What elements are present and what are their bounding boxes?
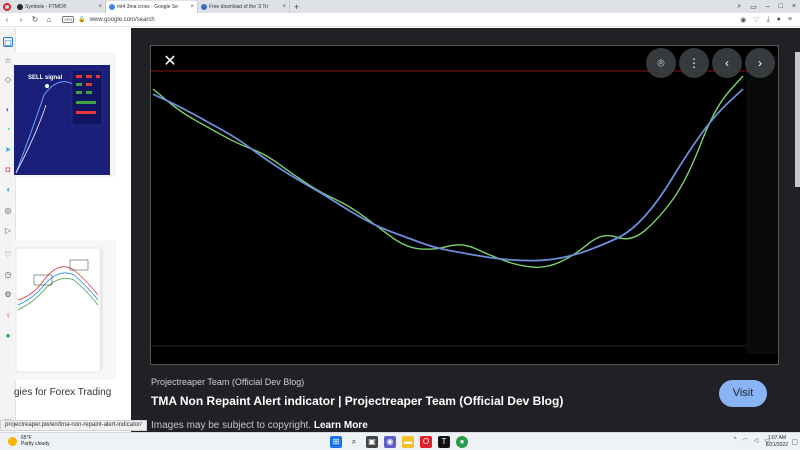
start-icon[interactable]: ⊞ xyxy=(330,436,342,448)
chat-icon[interactable]: ◉ xyxy=(384,436,396,448)
notification-icon[interactable]: ▢ xyxy=(791,438,798,446)
settings-icon[interactable]: ⚙ xyxy=(3,290,13,300)
player-icon[interactable]: ◎ xyxy=(3,206,13,216)
task-view-icon[interactable]: ▣ xyxy=(366,436,378,448)
visit-button[interactable]: Visit xyxy=(719,380,767,407)
tab-close-icon[interactable]: × xyxy=(282,4,286,10)
sell-signal-label: SELL signal xyxy=(28,75,63,81)
telegram-icon[interactable]: ➤ xyxy=(3,145,13,155)
tab-close-icon[interactable]: × xyxy=(98,4,102,10)
extension-icon[interactable]: ● xyxy=(3,331,13,341)
close-preview-icon[interactable]: ✕ xyxy=(158,50,182,74)
weather-condition: Partly cloudy xyxy=(21,441,50,447)
new-tab-button[interactable]: + xyxy=(294,2,299,12)
home-icon[interactable]: ⌂ xyxy=(42,15,56,24)
app-icon[interactable]: ● xyxy=(456,436,468,448)
minimize-icon[interactable]: – xyxy=(766,3,770,10)
tradingview-icon[interactable]: T xyxy=(438,436,450,448)
taskbar-apps: ⊞ ⌕ ▣ ◉ ▬ O T ● xyxy=(330,436,468,448)
lock-icon[interactable]: 🔒 xyxy=(78,16,85,23)
result-caption[interactable]: gies for Forex Trading xyxy=(14,387,111,398)
play-icon[interactable]: ▷ xyxy=(3,226,13,236)
wifi-icon[interactable]: ◠ xyxy=(742,437,747,444)
maximize-icon[interactable]: □ xyxy=(779,3,783,10)
forward-icon[interactable]: › xyxy=(14,15,28,24)
chevron-up-icon[interactable]: ^ xyxy=(734,437,737,444)
copyright-text: Images may be subject to copyright. xyxy=(151,420,312,431)
whatsapp-icon[interactable]: ◔ xyxy=(3,125,13,135)
workspace-icon[interactable]: ▢ xyxy=(3,37,13,47)
history-icon[interactable]: ◷ xyxy=(3,270,13,280)
lens-search-icon[interactable]: ⌾ xyxy=(646,48,676,78)
camera-icon[interactable]: ◉ xyxy=(740,16,746,24)
windows-taskbar: 65°F Partly cloudy ⊞ ⌕ ▣ ◉ ▬ O T ● ^ ◠ ◁… xyxy=(0,432,800,450)
learn-more-link[interactable]: Learn More xyxy=(314,420,368,431)
tab-favicon-icon xyxy=(201,4,207,10)
tma-price-chart xyxy=(151,46,778,364)
vpn-badge[interactable]: VPN xyxy=(62,16,75,23)
forex-chart-image xyxy=(15,247,103,373)
sell-signal-chart-image xyxy=(14,65,110,175)
address-bar: ‹ › ↻ ⌂ VPN 🔒 www.google.com/search ◉ ♡ … xyxy=(0,13,800,27)
result-thumbnail-1[interactable]: SELL signal xyxy=(14,52,116,177)
more-options-icon[interactable]: ⋮ xyxy=(679,48,709,78)
image-source[interactable]: Projectreaper Team (Official Dev Blog) xyxy=(151,377,304,387)
system-tray: ^ ◠ ◁ ▭ xyxy=(734,437,770,444)
file-explorer-icon[interactable]: ▬ xyxy=(402,436,414,448)
search-tabs-icon[interactable]: ⌕ xyxy=(737,3,741,11)
messenger-icon[interactable]: ◐ xyxy=(3,105,13,115)
tab-close-icon[interactable]: × xyxy=(190,4,194,10)
partly-cloudy-icon xyxy=(8,436,17,446)
clock[interactable]: 1:07 AM 8/21/2022 xyxy=(766,435,788,449)
previous-image-icon[interactable]: ‹ xyxy=(712,48,742,78)
tab-google-search[interactable]: mt4 3ma cross - Google Se × xyxy=(106,1,198,13)
instagram-icon[interactable]: ◘ xyxy=(3,165,13,175)
volume-icon[interactable]: ◁ xyxy=(754,437,759,444)
image-title[interactable]: TMA Non Repaint Alert indicator | Projec… xyxy=(151,394,563,408)
window-controls: ⌕ ▭ – □ × xyxy=(737,0,796,13)
profile-icon[interactable]: ● xyxy=(777,16,781,24)
tab-label: Symbols - FTMO® xyxy=(25,4,67,10)
weather-widget[interactable]: 65°F Partly cloudy xyxy=(8,435,50,447)
tab-symbols[interactable]: Symbols - FTMO® × xyxy=(14,1,106,13)
url-field[interactable]: www.google.com/search xyxy=(90,17,740,23)
tab-menu-icon[interactable]: ▭ xyxy=(750,3,757,11)
menu-icon[interactable]: ≡ xyxy=(788,16,792,24)
tab-strip: Symbols - FTMO® × mt4 3ma cross - Google… xyxy=(0,0,800,13)
speed-dial-icon[interactable]: ☆ xyxy=(3,56,13,66)
heart-icon[interactable]: ♡ xyxy=(753,16,759,24)
back-icon[interactable]: ‹ xyxy=(0,15,14,24)
search-icon[interactable]: ⌕ xyxy=(348,436,360,448)
bookmarks-icon[interactable]: ◇ xyxy=(3,75,13,85)
favorites-icon[interactable]: ♡ xyxy=(3,250,13,260)
download-icon[interactable]: ⤓ xyxy=(767,16,770,24)
tab-label: mt4 3ma cross - Google Se xyxy=(117,4,178,10)
pinboard-icon[interactable]: ♀ xyxy=(3,311,13,321)
tma-chart-image[interactable] xyxy=(150,45,779,365)
close-window-icon[interactable]: × xyxy=(792,3,796,10)
reload-icon[interactable]: ↻ xyxy=(28,15,42,24)
clock-time: 1:07 AM xyxy=(767,435,787,441)
tab-label: Free download of the '3 Tri xyxy=(209,4,269,10)
copyright-notice: Images may be subject to copyright. Lear… xyxy=(151,420,368,431)
right-thumbnail-strip[interactable] xyxy=(795,52,800,187)
opera-taskbar-icon[interactable]: O xyxy=(420,436,432,448)
result-thumbnail-2[interactable] xyxy=(14,240,116,380)
opera-logo-icon[interactable] xyxy=(0,0,14,13)
google-favicon-icon xyxy=(109,4,115,10)
clock-date: 8/21/2022 xyxy=(765,442,788,448)
status-bar-url: projectreaper.pw/en/tma-non-repaint-aler… xyxy=(0,420,147,431)
next-image-icon[interactable]: › xyxy=(745,48,775,78)
address-bar-icons: ◉ ♡ ⤓ ● ≡ xyxy=(740,16,792,24)
twitter-icon[interactable]: ◖ xyxy=(3,185,13,195)
tab-favicon-icon xyxy=(17,4,23,10)
tab-free-download[interactable]: Free download of the '3 Tri × xyxy=(198,1,290,13)
